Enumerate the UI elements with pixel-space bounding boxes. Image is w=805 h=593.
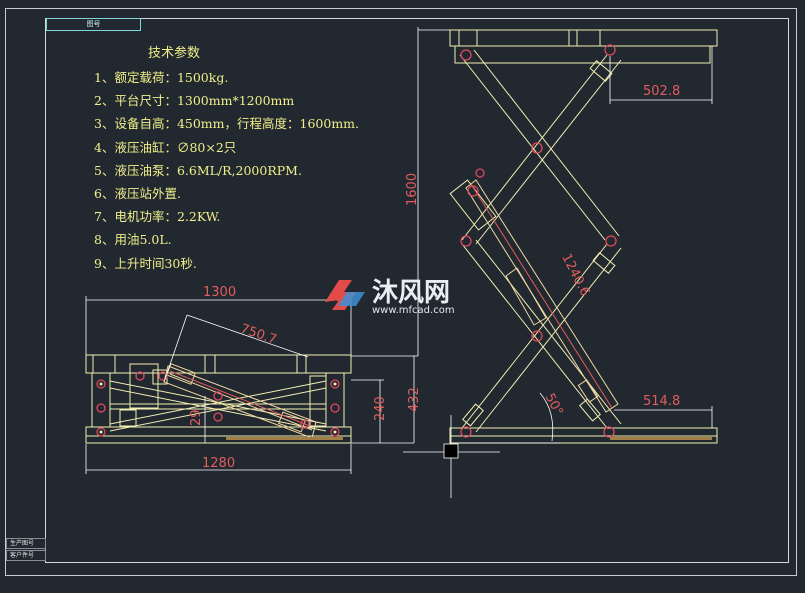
watermark-logo-icon <box>325 280 365 310</box>
dim-lowered-pin-offset: 29 <box>189 409 204 426</box>
dim-raised-stroke: 1600 <box>405 173 420 206</box>
watermark-name: 沐风网 <box>372 278 450 308</box>
dim-raised-bottom-offset: 514.8 <box>643 394 680 409</box>
dim-lowered-base-length: 1280 <box>202 456 235 471</box>
raised-base-rail <box>610 437 712 440</box>
raised-cylinder <box>465 179 619 413</box>
lowered-base-rail <box>226 437 343 440</box>
dim-raised-top-offset: 502.8 <box>643 84 680 99</box>
dim-lowered-platform-length: 1300 <box>203 285 236 300</box>
watermark-url: www.mfcad.com <box>372 305 455 316</box>
lowered-right-frame <box>325 372 345 428</box>
dim-lowered-total-height: 432 <box>407 387 422 412</box>
lowered-left-frame <box>91 372 111 428</box>
watermark: 沐风网 www.mfcad.com <box>325 278 455 316</box>
dim-raised-cylinder-length: 1240.6 <box>558 251 592 298</box>
raised-platform <box>449 29 718 47</box>
dim-lowered-cylinder-length: 750.7 <box>238 322 278 348</box>
dim-raised-angle: 50° <box>542 391 566 418</box>
dim-lowered-frame-height: 240 <box>373 396 388 421</box>
lowered-dimension-lines <box>85 296 418 474</box>
lowered-platform <box>85 354 352 374</box>
drawing-canvas: 1300 1280 750.7 240 432 29 502.8 514.8 1… <box>85 27 718 498</box>
